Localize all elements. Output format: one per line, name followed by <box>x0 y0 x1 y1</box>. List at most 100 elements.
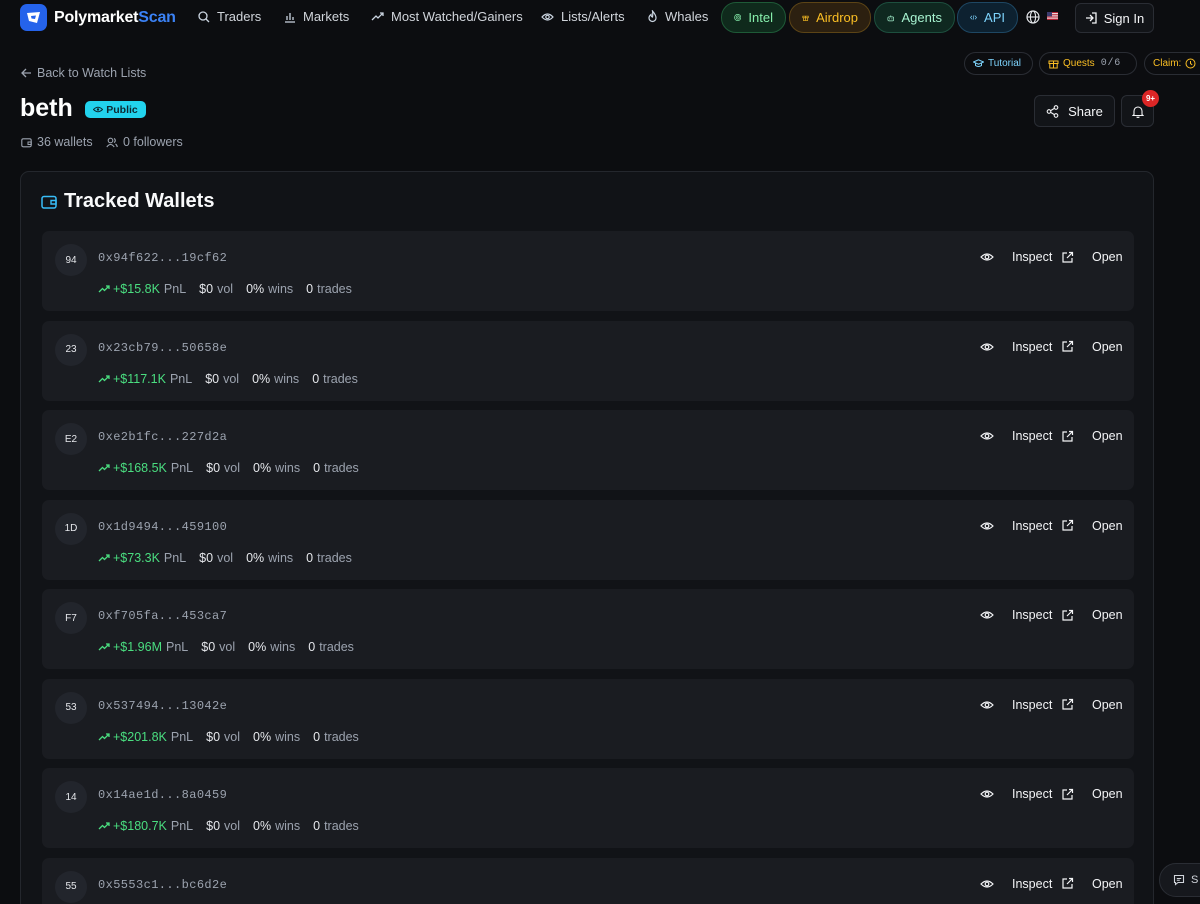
trending-up-icon <box>371 11 384 20</box>
bot-icon <box>887 14 894 21</box>
pnl-stat: +$201.8K <box>98 730 167 744</box>
brand-name: Polymarket <box>54 8 139 26</box>
eye-icon <box>980 879 1003 889</box>
wallet-address[interactable]: 0xf705fa...453ca7 <box>98 609 227 623</box>
open-button[interactable]: Open <box>1061 877 1123 891</box>
logo-icon <box>20 4 47 31</box>
follower-count: 0 followers <box>106 135 183 149</box>
trades-label: trades <box>324 729 359 744</box>
wallet-row[interactable]: 94 0x94f622...19cf62 +$15.8K PnL $0 vol 0% wins… <box>42 231 1134 311</box>
share-button[interactable]: Share <box>1034 95 1115 127</box>
wallet-metrics: +$1.96M PnL $0 vol 0% wins 0 trades <box>98 640 354 654</box>
nav-lists-alerts[interactable]: Lists/Alerts <box>541 9 625 24</box>
quests-button[interactable]: Quests 0/6 <box>1039 52 1137 75</box>
sign-in-button[interactable]: Sign In <box>1075 3 1154 33</box>
eye-icon <box>980 610 1003 620</box>
wallet-address[interactable]: 0x1d9494...459100 <box>98 520 227 534</box>
trades-value: 0 <box>313 461 321 475</box>
open-label: Open <box>1092 518 1123 533</box>
wallet-row[interactable]: 53 0x537494...13042e +$201.8K PnL $0 vol 0% win… <box>42 678 1134 759</box>
us-flag-icon[interactable] <box>1047 12 1058 20</box>
nav-agents[interactable]: Agents <box>874 2 955 33</box>
code-icon <box>970 15 977 20</box>
claim-button[interactable]: Claim: <box>1144 52 1200 75</box>
wins-value: 0% <box>246 550 265 565</box>
nav-whales[interactable]: Whales <box>647 9 708 24</box>
inspect-button[interactable]: Inspect <box>980 250 1052 264</box>
trades-label: trades <box>324 819 359 833</box>
wallet-avatar: 94 <box>55 244 87 276</box>
gift-icon <box>1048 60 1059 69</box>
nav-traders[interactable]: Traders <box>198 9 261 24</box>
wins-label: wins <box>268 282 294 296</box>
open-label: Open <box>1092 697 1123 712</box>
eye-icon <box>980 252 1003 262</box>
trades-label: trades <box>324 461 359 475</box>
wallet-row[interactable]: 14 0x14ae1d...8a0459 +$180.7K PnL $0 vol 0% win… <box>42 768 1134 848</box>
flame-icon <box>648 10 657 23</box>
back-to-watch-lists-link[interactable]: Back to Watch Lists <box>21 66 146 80</box>
wallet-avatar: 14 <box>55 781 87 813</box>
visibility-badge: Public <box>85 101 146 118</box>
inspect-button[interactable]: Inspect <box>980 340 1052 354</box>
open-button[interactable]: Open <box>1061 429 1123 443</box>
wins-label: wins <box>268 550 294 565</box>
trades-value: 0 <box>306 282 314 296</box>
open-button[interactable]: Open <box>1061 250 1123 264</box>
nav-most-watched[interactable]: Most Watched/Gainers <box>371 9 523 24</box>
open-button[interactable]: Open <box>1061 340 1123 354</box>
open-button[interactable]: Open <box>1061 608 1123 622</box>
pnl-value: +$201.8K <box>113 729 167 744</box>
pnl-label: PnL <box>163 550 187 565</box>
wallet-row[interactable]: E2 0xe2b1fc...227d2a +$168.5K PnL $0 vol 0% win… <box>42 410 1134 490</box>
eye-icon <box>541 12 554 21</box>
gift-icon <box>802 15 809 21</box>
wins-label: wins <box>275 729 301 744</box>
tutorial-button[interactable]: Tutorial <box>964 52 1033 75</box>
external-link-icon <box>1061 519 1083 532</box>
wallet-address[interactable]: 0x5553c1...bc6d2e <box>98 878 227 892</box>
sign-in-icon <box>1085 12 1097 24</box>
pnl-value: +$117.1K <box>113 371 166 386</box>
wallet-row[interactable]: F7 0xf705fa...453ca7 +$1.96M PnL $0 vol 0% wins… <box>42 589 1134 669</box>
open-button[interactable]: Open <box>1061 787 1123 801</box>
globe-icon[interactable] <box>1026 10 1040 24</box>
chat-widget-button[interactable]: S <box>1159 863 1200 897</box>
wallet-address[interactable]: 0x14ae1d...8a0459 <box>98 788 227 802</box>
wallet-row[interactable]: 23 0x23cb79...50658e +$117.1K PnL $0 vol 0% win… <box>42 320 1134 401</box>
pnl-label: PnL <box>163 282 187 296</box>
wallet-metrics: +$201.8K PnL $0 vol 0% wins 0 trades <box>98 730 359 744</box>
inspect-button[interactable]: Inspect <box>980 877 1052 891</box>
wallet-address[interactable]: 0x23cb79...50658e <box>98 341 227 355</box>
wins-value: 0% <box>248 640 267 654</box>
inspect-button[interactable]: Inspect <box>980 787 1052 801</box>
panel-title: Tracked Wallets <box>41 190 214 213</box>
wallet-address[interactable]: 0x94f622...19cf62 <box>98 251 227 265</box>
pnl-value: +$15.8K <box>113 282 160 296</box>
wallet-address[interactable]: 0xe2b1fc...227d2a <box>98 430 227 444</box>
nav-airdrop[interactable]: Airdrop <box>789 2 871 33</box>
wallet-row[interactable]: 1D 0x1d9494...459100 +$73.3K PnL $0 vol 0% wins… <box>42 499 1134 580</box>
external-link-icon <box>1061 609 1083 622</box>
wallet-metrics: +$168.5K PnL $0 vol 0% wins 0 trades <box>98 461 359 475</box>
wallet-count: 36 wallets <box>21 135 93 149</box>
wins-value: 0% <box>253 461 272 475</box>
open-button[interactable]: Open <box>1061 698 1123 712</box>
nav-api[interactable]: API <box>957 2 1018 33</box>
inspect-label: Inspect <box>1012 697 1053 712</box>
trending-up-icon <box>98 640 113 654</box>
nav-markets[interactable]: Markets <box>284 9 349 24</box>
eye-icon <box>980 700 1003 710</box>
wins-label: wins <box>274 371 300 386</box>
inspect-button[interactable]: Inspect <box>980 698 1052 712</box>
open-button[interactable]: Open <box>1061 519 1123 533</box>
nav-intel[interactable]: Intel <box>721 2 786 33</box>
inspect-button[interactable]: Inspect <box>980 429 1052 443</box>
inspect-button[interactable]: Inspect <box>980 608 1052 622</box>
users-icon <box>106 137 118 147</box>
wallet-row[interactable]: 55 0x5553c1...bc6d2e Inspect Open <box>42 857 1134 904</box>
inspect-button[interactable]: Inspect <box>980 519 1052 533</box>
trades-value: 0 <box>306 550 314 565</box>
wallet-address[interactable]: 0x537494...13042e <box>98 699 227 713</box>
brand-logo[interactable]: PolymarketScan <box>20 4 176 31</box>
